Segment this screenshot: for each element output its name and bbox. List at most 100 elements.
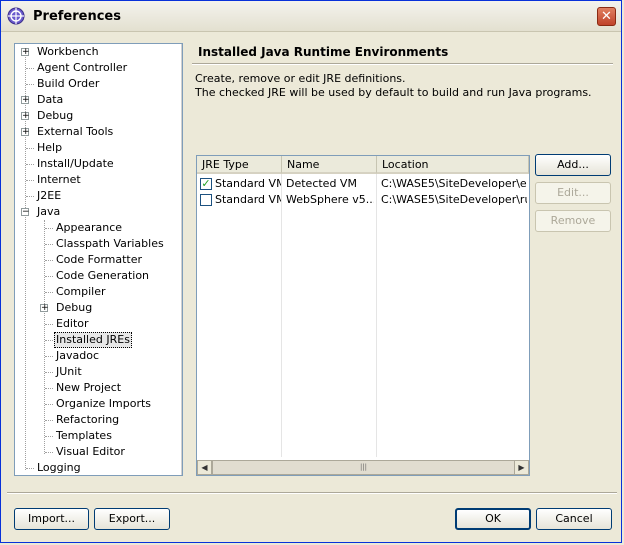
export-button[interactable]: Export... bbox=[94, 508, 170, 530]
table-row[interactable]: Standard VM WebSphere v5... C:\WASE5\Sit… bbox=[197, 192, 529, 208]
ok-button[interactable]: OK bbox=[455, 508, 531, 530]
page-title: Installed Java Runtime Environments bbox=[198, 45, 449, 59]
tree-item-label: Editor bbox=[56, 317, 89, 330]
tree-item-label: External Tools bbox=[37, 125, 114, 138]
tree-item-label: Java bbox=[37, 205, 61, 218]
cell-name: WebSphere v5... bbox=[286, 193, 374, 206]
footer-divider bbox=[7, 492, 617, 494]
expand-icon[interactable]: + bbox=[21, 112, 30, 121]
arrow-right-icon: ▶ bbox=[518, 463, 525, 472]
import-button[interactable]: Import... bbox=[14, 508, 89, 530]
column-header-location[interactable]: Location bbox=[377, 156, 529, 174]
title-bar[interactable]: Preferences ✕ bbox=[1, 1, 621, 32]
tree-connector bbox=[26, 180, 34, 181]
tree-connector bbox=[45, 324, 53, 325]
default-jre-checkbox[interactable] bbox=[200, 194, 212, 206]
tree-item-label: Classpath Variables bbox=[56, 237, 164, 250]
tree-connector bbox=[26, 84, 34, 85]
eclipse-app-icon bbox=[7, 7, 25, 25]
tree-item-label: Install/Update bbox=[37, 157, 114, 170]
tree-item-label: Compiler bbox=[56, 285, 106, 298]
tree-item-label: J2EE bbox=[37, 189, 62, 202]
tree-item-label: Debug bbox=[56, 301, 93, 314]
tree-connector bbox=[45, 372, 53, 373]
window-title: Preferences bbox=[33, 9, 121, 24]
column-header-jre-type[interactable]: JRE Type bbox=[197, 156, 282, 174]
tree-item-label: Javadoc bbox=[56, 349, 99, 362]
column-divider bbox=[376, 174, 377, 457]
tree-item-label: Appearance bbox=[56, 221, 123, 234]
grip-icon: ||| bbox=[359, 463, 368, 471]
tree-item-label: Help bbox=[37, 141, 63, 154]
tree-item-label: Data bbox=[37, 93, 64, 106]
tree-item-label: Installed JREs bbox=[54, 332, 132, 348]
check-icon: ✓ bbox=[201, 177, 211, 190]
description-line: Create, remove or edit JRE definitions. bbox=[195, 72, 406, 85]
tree-connector bbox=[26, 68, 34, 69]
tree-item-label: Organize Imports bbox=[56, 397, 152, 410]
add-jre-button[interactable]: Add... bbox=[535, 154, 611, 176]
cell-location: C:\WASE5\SiteDeveloper\ecli... bbox=[381, 177, 527, 190]
cell-location: C:\WASE5\SiteDeveloper\runt... bbox=[381, 193, 527, 206]
tree-item-label: Code Generation bbox=[56, 269, 150, 282]
preferences-window: Preferences ✕ + Workbench Agent Controll… bbox=[0, 0, 622, 543]
tree-item-label: Visual Editor bbox=[56, 445, 125, 458]
tree-guide-line bbox=[44, 220, 45, 454]
cell-name: Detected VM bbox=[286, 177, 357, 190]
expand-icon[interactable]: + bbox=[21, 48, 30, 57]
page-header: Installed Java Runtime Environments bbox=[192, 43, 613, 63]
tree-connector bbox=[45, 420, 53, 421]
scroll-thumb[interactable] bbox=[182, 59, 183, 320]
cancel-button[interactable]: Cancel bbox=[536, 508, 612, 530]
tree-item-label: Build Order bbox=[37, 77, 100, 90]
tree-connector bbox=[45, 404, 53, 405]
tree-connector bbox=[26, 196, 34, 197]
remove-jre-button[interactable]: Remove bbox=[535, 210, 611, 232]
cell-jre-type: Standard VM bbox=[215, 177, 281, 190]
scroll-down-button[interactable]: ▼ bbox=[182, 460, 183, 475]
table-row[interactable]: ✓ Standard VM Detected VM C:\WASE5\SiteD… bbox=[197, 176, 529, 192]
tree-item-label: Debug bbox=[37, 109, 74, 122]
column-divider bbox=[281, 174, 282, 457]
tree-vertical-scrollbar[interactable]: ▲ ▼ bbox=[181, 44, 183, 475]
jre-table[interactable]: JRE Type Name Location ✓ Standard VM Det… bbox=[196, 155, 530, 476]
scroll-left-button[interactable]: ◀ bbox=[197, 460, 212, 475]
tree-item-label: Workbench bbox=[37, 45, 99, 58]
tree-connector bbox=[45, 340, 53, 341]
tree-connector bbox=[45, 276, 53, 277]
tree-connector bbox=[45, 228, 53, 229]
column-header-name[interactable]: Name bbox=[282, 156, 377, 174]
tree-item-label: Agent Controller bbox=[37, 61, 128, 74]
arrow-left-icon: ◀ bbox=[201, 463, 208, 472]
preferences-tree[interactable]: + Workbench Agent Controller Build Order… bbox=[14, 43, 183, 476]
tree-connector bbox=[45, 436, 53, 437]
close-button[interactable]: ✕ bbox=[597, 7, 616, 26]
scroll-thumb[interactable]: ||| bbox=[212, 460, 515, 475]
scroll-up-button[interactable]: ▲ bbox=[182, 44, 183, 59]
tree-connector bbox=[45, 356, 53, 357]
cell-jre-type: Standard VM bbox=[215, 193, 281, 206]
scroll-right-button[interactable]: ▶ bbox=[514, 460, 529, 475]
tree-connector bbox=[45, 260, 53, 261]
tree-item-label: Refactoring bbox=[56, 413, 120, 426]
tree-connector bbox=[45, 244, 53, 245]
description-line: The checked JRE will be used by default … bbox=[195, 86, 592, 99]
table-horizontal-scrollbar[interactable]: ◀ ||| ▶ bbox=[197, 460, 529, 475]
default-jre-checkbox[interactable]: ✓ bbox=[200, 178, 212, 190]
close-icon: ✕ bbox=[601, 9, 612, 24]
tree-item-label: Logging bbox=[37, 461, 81, 474]
tree-item-label: New Project bbox=[56, 381, 122, 394]
tree-connector bbox=[26, 164, 34, 165]
expand-icon[interactable]: + bbox=[21, 96, 30, 105]
tree-item-label: Internet bbox=[37, 173, 81, 186]
expand-icon[interactable]: + bbox=[40, 304, 49, 313]
tree-connector bbox=[45, 388, 53, 389]
page-description: Create, remove or edit JRE definitions. … bbox=[195, 72, 605, 100]
edit-jre-button[interactable]: Edit... bbox=[535, 182, 611, 204]
tree-item-label: Code Formatter bbox=[56, 253, 143, 266]
tree-item-label: JUnit bbox=[56, 365, 82, 378]
collapse-icon[interactable]: − bbox=[21, 208, 30, 217]
tree-connector bbox=[26, 468, 34, 469]
expand-icon[interactable]: + bbox=[21, 128, 30, 137]
header-divider bbox=[192, 63, 613, 65]
